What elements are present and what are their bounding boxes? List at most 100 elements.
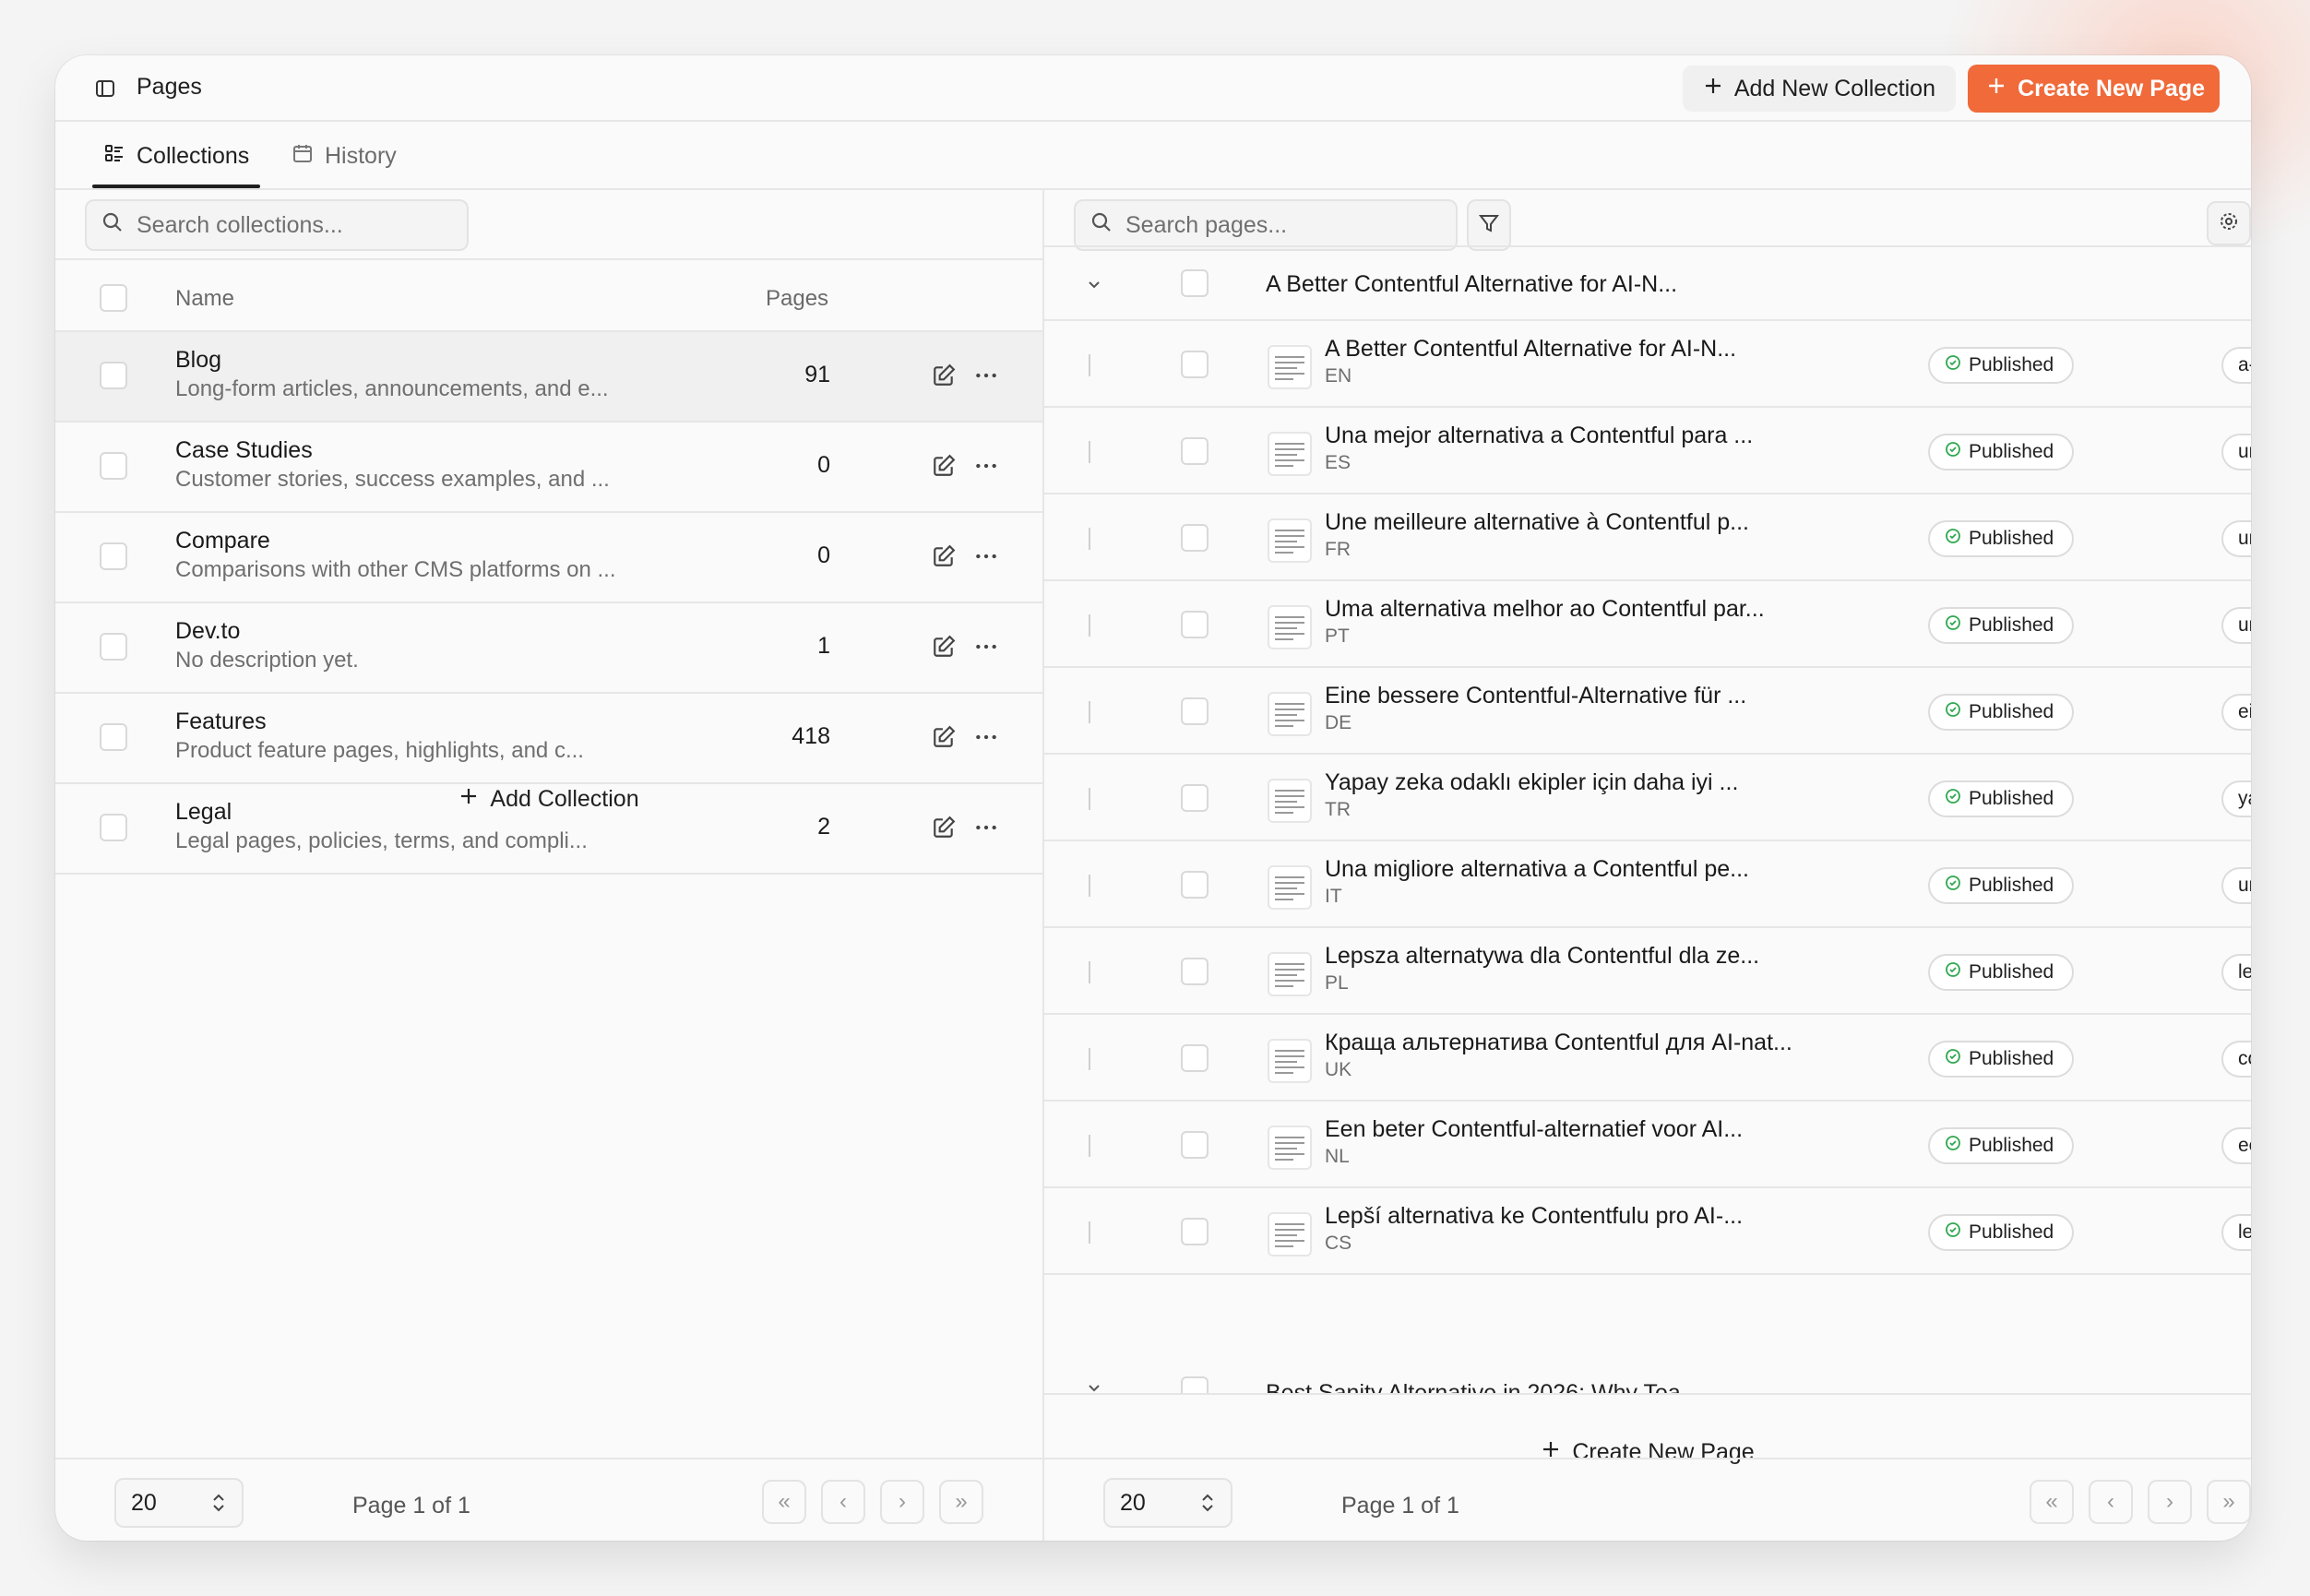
collection-row[interactable]: Case Studies Customer stories, success e… bbox=[55, 423, 1042, 513]
collection-row[interactable]: Features Product feature pages, highligh… bbox=[55, 694, 1042, 784]
filter-button[interactable] bbox=[1467, 199, 1511, 251]
more-options-icon[interactable] bbox=[974, 816, 998, 840]
page-group-row[interactable]: Best Sanity Alternative in 2026: Why Tea… bbox=[1044, 1362, 2251, 1393]
row-checkbox[interactable] bbox=[1181, 784, 1209, 812]
edit-icon[interactable] bbox=[932, 635, 956, 659]
create-new-page-button[interactable]: Create New Page bbox=[1968, 65, 2220, 113]
tab-history[interactable]: History bbox=[292, 122, 397, 190]
chevron-up-down-icon bbox=[1199, 1493, 1216, 1519]
next-page-button[interactable]: › bbox=[880, 1480, 924, 1524]
page-row[interactable]: Una mejor alternativa a Contentful para … bbox=[1044, 408, 2251, 494]
page-row[interactable]: Una migliore alternativa a Contentful pe… bbox=[1044, 841, 2251, 928]
row-checkbox[interactable] bbox=[1181, 351, 1209, 378]
page-row[interactable]: Eine bessere Contentful-Alternative für … bbox=[1044, 668, 2251, 755]
status-label: Published bbox=[1969, 528, 2054, 549]
group-checkbox[interactable] bbox=[1181, 1376, 1209, 1393]
page-row[interactable]: Lepsza alternatywa dla Contentful dla ze… bbox=[1044, 928, 2251, 1015]
group-checkbox[interactable] bbox=[1181, 269, 1209, 297]
first-page-button[interactable]: « bbox=[2030, 1480, 2074, 1524]
more-options-icon[interactable] bbox=[974, 725, 998, 749]
collections-search-field[interactable] bbox=[85, 199, 469, 251]
edit-icon[interactable] bbox=[932, 454, 956, 478]
add-new-collection-button[interactable]: Add New Collection bbox=[1682, 66, 1956, 112]
settings-button[interactable] bbox=[2207, 201, 2251, 245]
page-title-text: Een beter Contentful-alternatief voor AI… bbox=[1325, 1116, 1744, 1142]
tree-connector bbox=[1089, 701, 1090, 723]
edit-icon[interactable] bbox=[932, 816, 956, 840]
collection-page-count: 0 bbox=[817, 542, 830, 568]
last-page-button[interactable]: » bbox=[939, 1480, 983, 1524]
row-checkbox[interactable] bbox=[1181, 611, 1209, 638]
page-language: DE bbox=[1325, 712, 1352, 733]
page-row[interactable]: Een beter Contentful-alternatief voor AI… bbox=[1044, 1102, 2251, 1188]
more-options-icon[interactable] bbox=[974, 635, 998, 659]
more-options-icon[interactable] bbox=[974, 363, 998, 387]
previous-page-button[interactable]: ‹ bbox=[2089, 1480, 2133, 1524]
page-row[interactable]: Краща альтернатива Contentful для AI-nat… bbox=[1044, 1015, 2251, 1102]
row-checkbox[interactable] bbox=[100, 814, 127, 841]
row-checkbox[interactable] bbox=[1181, 1131, 1209, 1159]
pages-search-input[interactable] bbox=[1125, 211, 1402, 239]
page-row[interactable]: Uma alternativa melhor ao Contentful par… bbox=[1044, 581, 2251, 668]
next-page-button[interactable]: › bbox=[2148, 1480, 2192, 1524]
page-group-row[interactable]: A Better Contentful Alternative for AI-N… bbox=[1044, 245, 2251, 321]
page-row[interactable]: Une meilleure alternative à Contentful p… bbox=[1044, 494, 2251, 581]
row-checkbox[interactable] bbox=[1181, 697, 1209, 725]
status-label: Published bbox=[1969, 1221, 2054, 1243]
row-checkbox[interactable] bbox=[1181, 1044, 1209, 1072]
select-all-checkbox[interactable] bbox=[100, 284, 127, 312]
page-row[interactable]: Yapay zeka odaklı ekipler için daha iyi … bbox=[1044, 755, 2251, 841]
app-window: Pages Add New Collection Create New Page… bbox=[55, 55, 2251, 1541]
pages-search-field[interactable] bbox=[1074, 199, 1458, 251]
page-language: IT bbox=[1325, 886, 1342, 907]
collections-search-input[interactable] bbox=[137, 211, 413, 239]
row-checkbox[interactable] bbox=[100, 633, 127, 661]
page-row[interactable]: A Better Contentful Alternative for AI-N… bbox=[1044, 321, 2251, 408]
previous-page-button[interactable]: ‹ bbox=[821, 1480, 865, 1524]
row-checkbox[interactable] bbox=[1181, 871, 1209, 899]
status-badge: Published bbox=[1928, 1127, 2074, 1164]
check-circle-icon bbox=[1945, 875, 1961, 897]
collection-page-count: 0 bbox=[817, 452, 830, 478]
row-checkbox[interactable] bbox=[100, 452, 127, 480]
tab-collections[interactable]: Collections bbox=[92, 122, 261, 190]
status-label: Published bbox=[1969, 1048, 2054, 1069]
row-checkbox[interactable] bbox=[100, 542, 127, 570]
more-options-icon[interactable] bbox=[974, 454, 998, 478]
row-checkbox[interactable] bbox=[100, 362, 127, 389]
row-checkbox[interactable] bbox=[1181, 958, 1209, 985]
collection-row[interactable]: Compare Comparisons with other CMS platf… bbox=[55, 513, 1042, 603]
tree-connector bbox=[1089, 614, 1090, 637]
edit-icon[interactable] bbox=[932, 725, 956, 749]
status-label: Published bbox=[1969, 614, 2054, 636]
last-page-button[interactable]: » bbox=[2207, 1480, 2251, 1524]
more-options-icon[interactable] bbox=[974, 544, 998, 568]
collection-row[interactable]: Blog Long-form articles, announcements, … bbox=[55, 332, 1042, 423]
sidebar-toggle-icon[interactable] bbox=[94, 77, 116, 100]
chevron-down-icon[interactable] bbox=[1085, 1378, 1103, 1393]
page-row[interactable]: Lepší alternativa ke Contentfulu pro AI-… bbox=[1044, 1188, 2251, 1275]
slug-badge: een-bete bbox=[2221, 1127, 2251, 1164]
row-checkbox[interactable] bbox=[1181, 524, 1209, 552]
tree-connector bbox=[1089, 961, 1090, 983]
tree-connector bbox=[1089, 354, 1090, 376]
edit-icon[interactable] bbox=[932, 363, 956, 387]
chevron-down-icon[interactable] bbox=[1085, 275, 1103, 298]
page-thumbnail bbox=[1268, 518, 1312, 563]
collection-name: Case Studies bbox=[175, 437, 313, 463]
collection-row[interactable]: Dev.to No description yet. 1 bbox=[55, 603, 1042, 694]
page-title-text: Uma alternativa melhor ao Contentful par… bbox=[1325, 596, 1765, 622]
edit-icon[interactable] bbox=[932, 544, 956, 568]
tab-history-label: History bbox=[325, 142, 397, 169]
page-title-text: Lepší alternativa ke Contentfulu pro AI-… bbox=[1325, 1203, 1744, 1229]
row-checkbox[interactable] bbox=[100, 723, 127, 751]
row-checkbox[interactable] bbox=[1181, 1218, 1209, 1245]
page-title-text: Eine bessere Contentful-Alternative für … bbox=[1325, 683, 1747, 709]
row-checkbox[interactable] bbox=[1181, 437, 1209, 465]
chevrons-left-icon: « bbox=[778, 1489, 791, 1514]
page-size-select[interactable]: 20 bbox=[1103, 1478, 1232, 1528]
add-collection-button[interactable]: Add Collection bbox=[55, 786, 1042, 813]
page-size-select[interactable]: 20 bbox=[114, 1478, 244, 1528]
add-collection-label: Add Collection bbox=[490, 786, 639, 812]
first-page-button[interactable]: « bbox=[762, 1480, 806, 1524]
